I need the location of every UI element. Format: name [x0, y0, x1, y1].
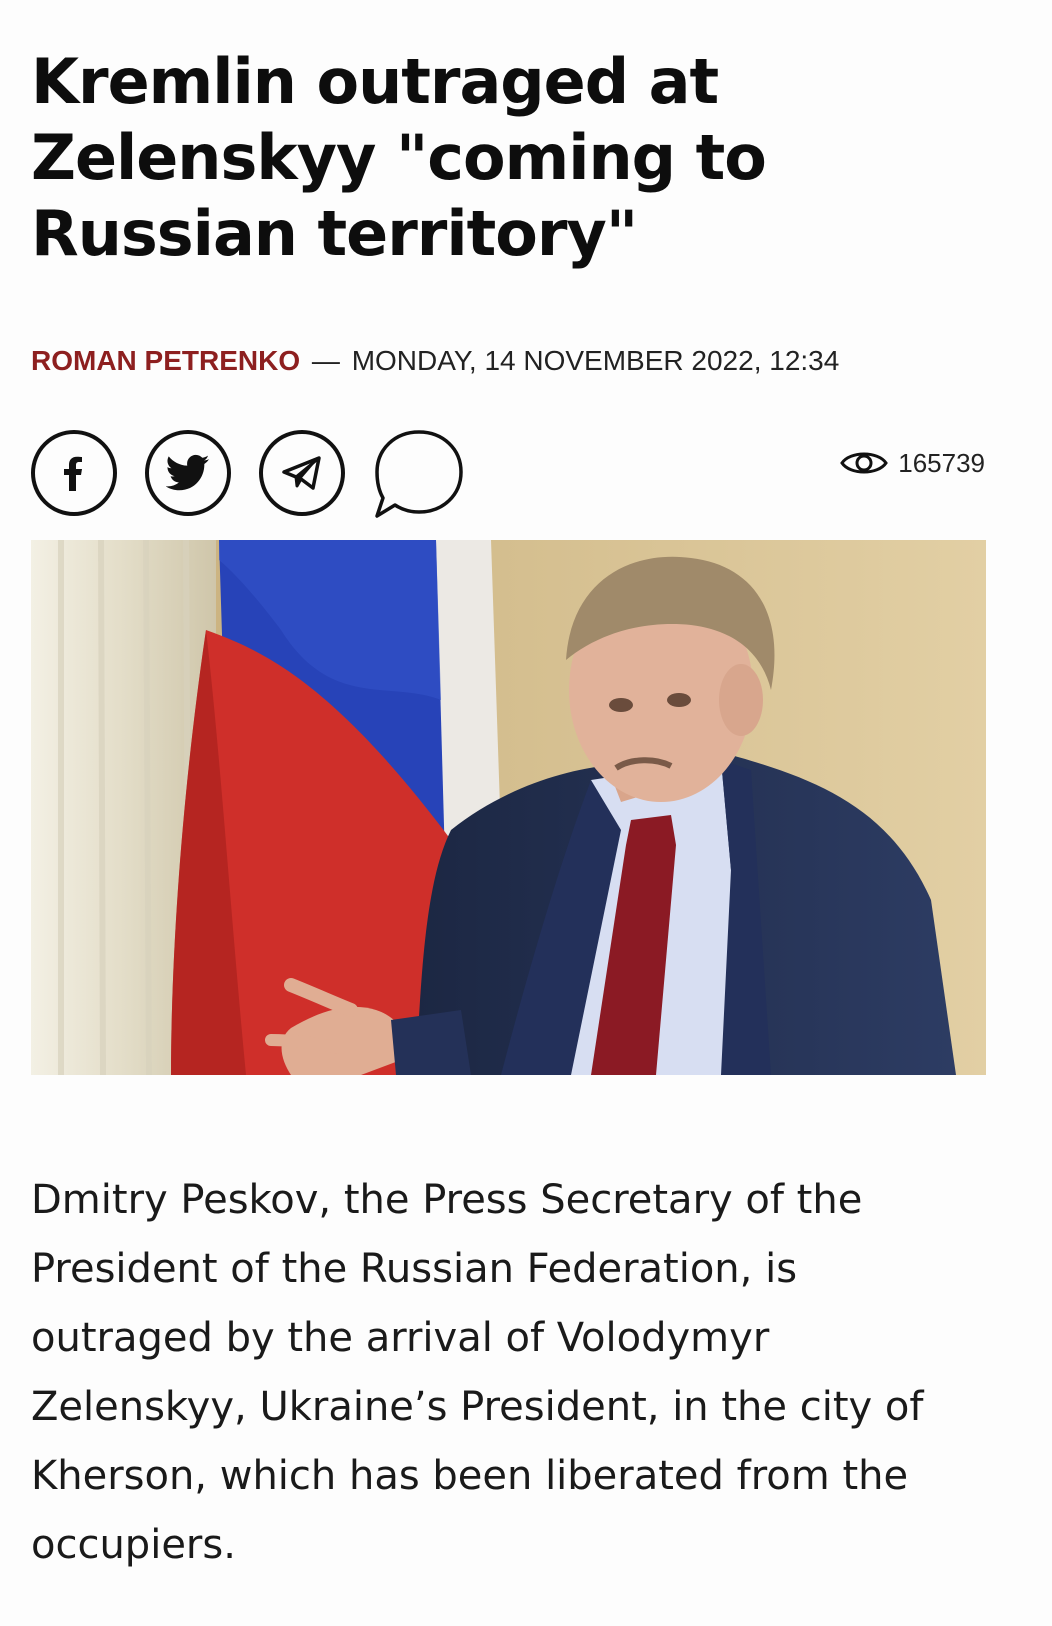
twitter-share-button[interactable]	[145, 430, 231, 516]
comment-button[interactable]	[371, 428, 467, 520]
byline-separator: —	[311, 345, 340, 376]
facebook-icon	[64, 456, 82, 491]
facebook-share-button[interactable]	[31, 430, 117, 516]
eye-icon	[840, 452, 889, 474]
photo-illustration	[31, 540, 986, 1075]
article-body: Dmitry Peskov, the Press Secretary of th…	[31, 1177, 924, 1568]
author-link[interactable]: ROMAN PETRENKO	[31, 345, 300, 376]
article: Kremlin outraged at Zelenskyy "coming to…	[31, 44, 1021, 1568]
telegram-share-button[interactable]	[259, 430, 345, 516]
share-bar: 165739	[31, 430, 1021, 530]
twitter-icon	[166, 454, 210, 491]
telegram-icon	[282, 456, 321, 490]
article-headline: Kremlin outraged at Zelenskyy "coming to…	[31, 45, 767, 270]
article-photo[interactable]	[31, 540, 986, 1075]
byline: ROMAN PETRENKO — MONDAY, 14 NOVEMBER 202…	[31, 344, 839, 378]
comment-icon	[375, 430, 463, 518]
view-count: 165739	[898, 447, 985, 478]
publish-date: MONDAY, 14 NOVEMBER 2022, 12:34	[351, 345, 840, 376]
view-counter: 165739	[840, 446, 985, 480]
